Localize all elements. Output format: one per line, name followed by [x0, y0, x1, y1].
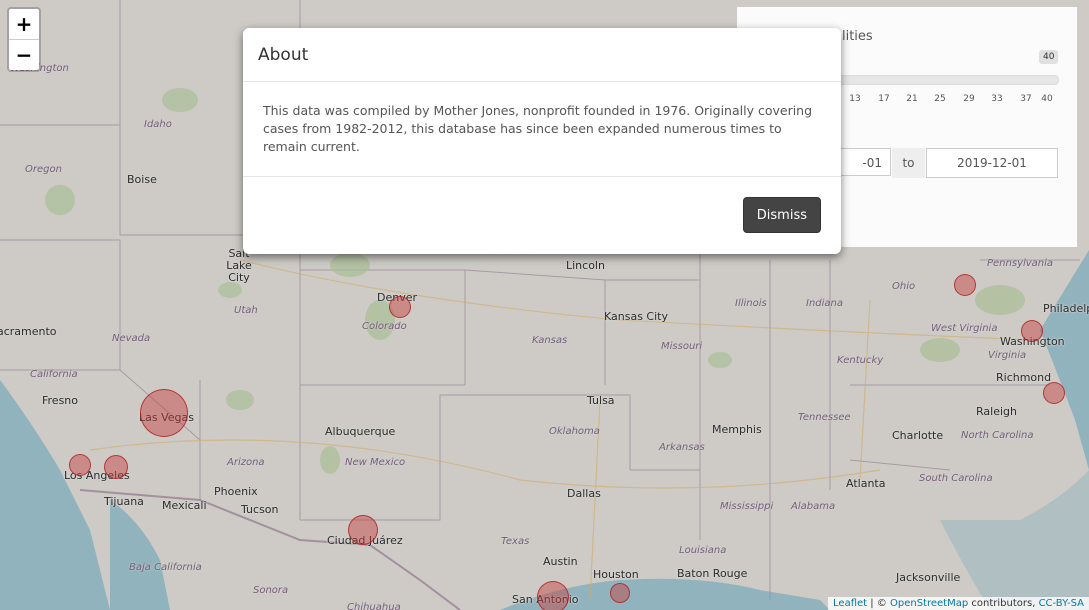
license-link[interactable]: CC-BY-SA — [1039, 598, 1084, 609]
zoom-control: + − — [7, 7, 41, 72]
modal-title: About — [258, 44, 309, 65]
zoom-out-button[interactable]: − — [9, 40, 39, 70]
modal-body: This data was compiled by Mother Jones, … — [243, 82, 841, 177]
slider-max-badge: 40 — [1039, 50, 1059, 64]
modal-footer: Dismiss — [243, 177, 841, 254]
fatalities-slider[interactable] — [837, 75, 1059, 85]
slider-tick: 33 — [991, 94, 1003, 104]
slider-ticks: 13 17 21 25 29 33 37 40 — [837, 94, 1057, 106]
attribution-separator: | © — [867, 598, 890, 609]
slider-tick: 40 — [1041, 94, 1053, 104]
modal-header: About — [243, 28, 841, 82]
slider-tick: 29 — [963, 94, 975, 104]
slider-tick: 25 — [934, 94, 946, 104]
map-attribution: Leaflet | © OpenStreetMap contributors, … — [828, 597, 1089, 610]
slider-tick: 37 — [1020, 94, 1032, 104]
zoom-in-button[interactable]: + — [9, 9, 39, 40]
end-date-input[interactable]: 2019-12-01 — [926, 148, 1058, 178]
slider-tick: 13 — [849, 94, 861, 104]
slider-tick: 17 — [878, 94, 890, 104]
about-modal: About This data was compiled by Mother J… — [243, 28, 841, 254]
openstreetmap-link[interactable]: OpenStreetMap — [890, 598, 968, 609]
dismiss-button[interactable]: Dismiss — [742, 197, 821, 233]
date-range-separator: to — [892, 148, 925, 178]
leaflet-link[interactable]: Leaflet — [833, 598, 867, 609]
attribution-contributors: contributors, — [968, 598, 1039, 609]
slider-tick: 21 — [906, 94, 918, 104]
